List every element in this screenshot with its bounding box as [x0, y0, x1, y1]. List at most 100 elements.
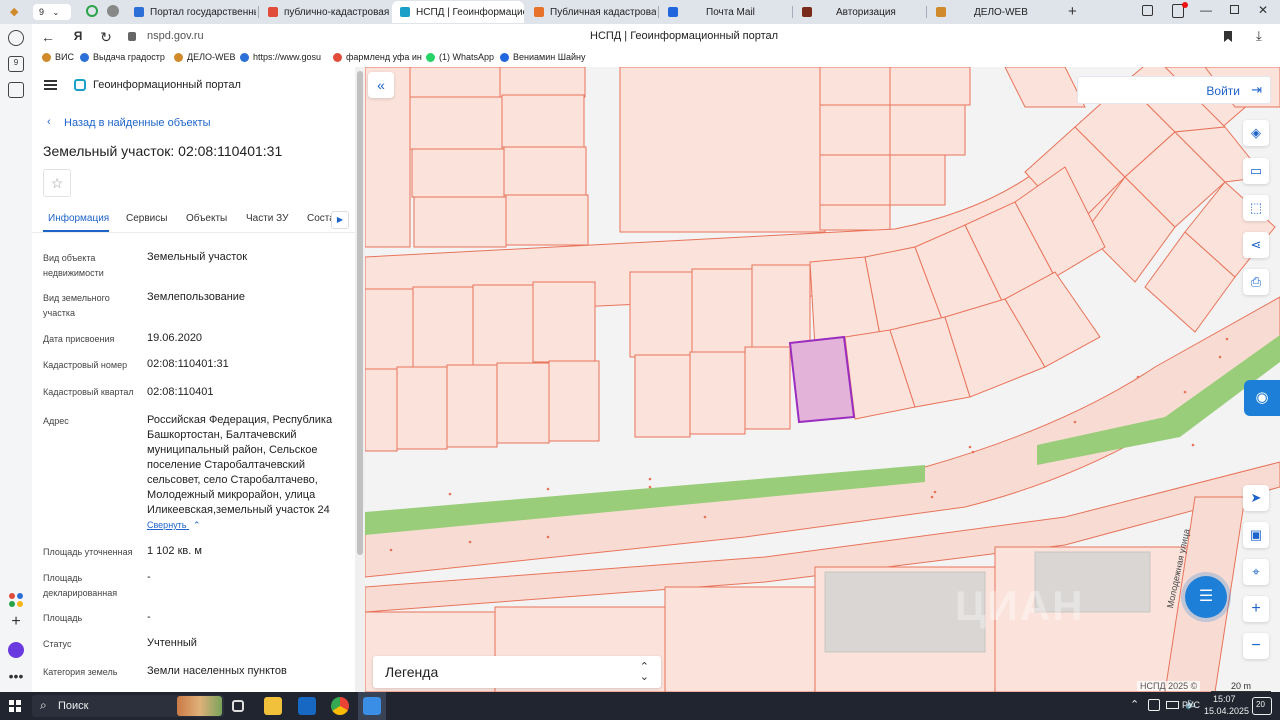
land-parcel	[691, 268, 753, 355]
bookmark-item[interactable]: https://www.gosu	[240, 52, 321, 62]
favorite-star-button[interactable]: ☆	[43, 169, 71, 197]
land-parcel	[689, 351, 746, 435]
bookmark-item[interactable]: ДЕЛО-WEB	[174, 52, 236, 62]
bookmark-item[interactable]: Выдача градостр	[80, 52, 165, 62]
url-field[interactable]: nspd.gov.ru	[147, 30, 204, 42]
screenshot-icon[interactable]	[8, 82, 24, 98]
profile-icon[interactable]	[107, 5, 119, 17]
clock-date[interactable]: 15.04.2025	[1204, 706, 1249, 716]
minimap-icon[interactable]: ▣	[1243, 522, 1269, 548]
add-icon[interactable]: +	[8, 614, 24, 630]
land-parcel	[664, 586, 816, 692]
tab-counter[interactable]: 9 ⌄	[33, 4, 71, 20]
zoom-in-button[interactable]: +	[1243, 596, 1269, 622]
bookmark-item[interactable]: Вениамин Шайну	[500, 52, 585, 62]
bookmark-flag-icon[interactable]	[1224, 31, 1232, 42]
back-arrow-icon[interactable]: ←	[40, 29, 56, 45]
area-select-icon[interactable]: ⬚	[1243, 195, 1269, 221]
file-explorer-icon[interactable]	[264, 697, 282, 715]
outlook-icon[interactable]	[298, 697, 316, 715]
tabs-scroll-right-button[interactable]: ▶	[331, 211, 349, 229]
cadastral-map[interactable]: ЦИАН « Войти ⇥ ◈ ▭ ⬚ ⋖ ⎙ ◉ ➤ ▣ ⌖ + − ☰ М…	[365, 67, 1280, 692]
notification-bell-icon[interactable]	[1172, 2, 1188, 18]
minimize-icon[interactable]: —	[1200, 3, 1212, 17]
windows-start-icon[interactable]	[9, 700, 21, 712]
zoom-out-button[interactable]: −	[1243, 633, 1269, 659]
land-parcel	[634, 354, 691, 438]
land-parcel	[409, 67, 501, 98]
notification-center-button[interactable]: 20	[1252, 697, 1272, 715]
floating-menu-button[interactable]: ☰	[1185, 576, 1227, 618]
ruler-icon[interactable]: ▭	[1243, 158, 1269, 184]
collections-icon[interactable]	[1142, 5, 1153, 16]
tab-favicon-icon	[134, 7, 144, 17]
language-indicator[interactable]: РУС	[1182, 700, 1200, 710]
browser-tab-strip: ◆ 9 ⌄ Портал государственных публично-ка…	[0, 0, 1280, 24]
geo-search-icon[interactable]: ⌖	[1243, 559, 1269, 585]
yandex-browser-taskbar-button[interactable]	[358, 692, 386, 720]
tab-services[interactable]: Сервисы	[126, 213, 167, 224]
login-button[interactable]: Войти ⇥	[1077, 76, 1271, 104]
tab-zu-parts[interactable]: Части ЗУ	[246, 213, 288, 224]
tray-chevron-icon[interactable]: ⌃	[1130, 698, 1139, 711]
more-dots-icon[interactable]: •••	[8, 668, 24, 684]
yandex-logo-icon[interactable]: Я	[70, 29, 86, 43]
chrome-icon[interactable]	[331, 697, 349, 715]
network-icon[interactable]	[1148, 699, 1160, 711]
legend-dropdown[interactable]: Легенда ⌃ ⌄	[373, 656, 661, 688]
download-icon[interactable]: ⤓	[1256, 28, 1262, 44]
chat-assistant-button[interactable]: ◉	[1244, 380, 1280, 416]
back-to-results-link[interactable]: Назад в найденные объекты	[64, 117, 211, 129]
browser-tab[interactable]: Почта Mail	[660, 1, 790, 23]
bookmark-item[interactable]: ВИС	[42, 52, 74, 62]
restore-icon[interactable]	[1230, 5, 1239, 14]
panel-scrollbar[interactable]	[355, 67, 365, 692]
layers-icon[interactable]: ◈	[1243, 120, 1269, 146]
browser-tab[interactable]: ДЕЛО-WEB	[928, 1, 1058, 23]
bookmark-item[interactable]: (1) WhatsApp	[426, 52, 494, 62]
browser-tab[interactable]: Авторизация	[794, 1, 924, 23]
apps-grid-icon[interactable]	[8, 592, 24, 608]
bookmark-favicon-icon	[42, 52, 51, 62]
tab-favicon-icon	[400, 7, 410, 17]
bookmark-item[interactable]: фармленд уфа ин	[333, 52, 422, 62]
browser-logo-icon[interactable]: ◆	[10, 5, 24, 19]
chevron-down-icon: ⌄	[52, 8, 60, 17]
share-icon[interactable]: ⋖	[1243, 232, 1269, 258]
refresh-ext-icon[interactable]	[86, 5, 98, 17]
hamburger-menu-icon[interactable]	[44, 80, 57, 90]
battery-icon[interactable]	[1166, 701, 1179, 709]
alice-assistant-icon[interactable]	[8, 642, 24, 658]
field-label: Дата присвоения	[43, 334, 115, 344]
locate-me-icon[interactable]: ➤	[1243, 485, 1269, 511]
field-label: Площадь	[43, 613, 83, 623]
land-parcel	[472, 284, 534, 366]
chevron-left-icon[interactable]: ‹	[47, 116, 51, 128]
portal-name[interactable]: Геоинформационный портал	[93, 79, 241, 91]
field-label: Адрес	[43, 416, 69, 426]
browser-tab-active[interactable]: НСПД | Геоинформацио ✕	[392, 1, 524, 23]
land-parcel	[819, 154, 891, 206]
close-window-icon[interactable]: ✕	[1258, 3, 1268, 17]
map-canvas[interactable]	[365, 67, 1280, 692]
new-tab-plus-icon[interactable]: +	[1068, 3, 1077, 20]
clock-time[interactable]: 15:07	[1213, 694, 1236, 704]
taskbar-search[interactable]: ⌕ Поиск	[32, 695, 224, 717]
land-parcel	[819, 204, 891, 231]
print-icon[interactable]: ⎙	[1243, 269, 1269, 295]
collapse-panel-button[interactable]: «	[368, 72, 394, 98]
history-clock-icon[interactable]	[8, 30, 24, 46]
bookmark-favicon-icon	[174, 52, 183, 62]
land-parcel	[751, 264, 811, 351]
watermark-logo: ЦИАН	[955, 582, 1085, 629]
collapse-link[interactable]: Свернуть ⌃	[147, 520, 201, 531]
browser-tab[interactable]: Портал государственных	[126, 1, 256, 23]
tab-information[interactable]: Информация	[48, 213, 109, 224]
reload-icon[interactable]: ↻	[98, 29, 114, 46]
land-parcel	[532, 281, 596, 363]
browser-tab[interactable]: публично-кадастровая ка	[260, 1, 390, 23]
calendar-icon[interactable]: 9	[8, 56, 24, 72]
browser-tab[interactable]: Публичная кадастровая к	[526, 1, 656, 23]
tab-objects[interactable]: Объекты	[186, 213, 227, 224]
task-view-icon[interactable]	[232, 700, 244, 712]
